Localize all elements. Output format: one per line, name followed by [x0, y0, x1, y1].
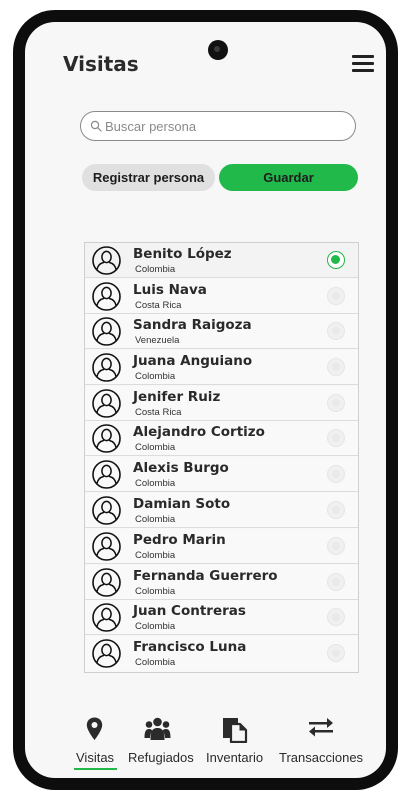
app-screen: Visitas Registrar persona Guardar Benito…: [25, 22, 386, 778]
list-item[interactable]: Luis Nava Costa Rica: [85, 279, 358, 314]
documents-icon: [223, 718, 248, 743]
search-box[interactable]: [80, 111, 356, 141]
search-input[interactable]: [105, 116, 345, 136]
user-avatar-icon: [92, 603, 121, 632]
person-country: Colombia: [135, 442, 176, 453]
user-avatar-icon: [92, 496, 121, 525]
list-item[interactable]: Fernanda Guerrero Colombia: [85, 565, 358, 600]
list-item[interactable]: Alexis Burgo Colombia: [85, 457, 358, 492]
camera-icon: [208, 40, 228, 60]
select-radio[interactable]: [327, 644, 345, 662]
save-button[interactable]: Guardar: [219, 164, 358, 191]
select-radio[interactable]: [327, 322, 345, 340]
active-tab-indicator: [74, 768, 117, 770]
person-country: Colombia: [135, 478, 176, 489]
person-name: Juana Anguiano: [133, 353, 253, 369]
select-radio[interactable]: [327, 537, 345, 555]
list-item[interactable]: Jenifer Ruiz Costa Rica: [85, 386, 358, 421]
person-country: Colombia: [135, 550, 176, 561]
user-avatar-icon: [92, 353, 121, 382]
map-pin-icon: [86, 717, 103, 740]
person-country: Colombia: [135, 621, 176, 632]
register-person-button[interactable]: Registrar persona: [82, 164, 215, 191]
user-avatar-icon: [92, 424, 121, 453]
user-avatar-icon: [92, 389, 121, 418]
person-name: Luis Nava: [133, 282, 207, 298]
person-name: Francisco Luna: [133, 639, 247, 655]
user-avatar-icon: [92, 568, 121, 597]
user-avatar-icon: [92, 532, 121, 561]
person-name: Alejandro Cortizo: [133, 424, 265, 440]
user-avatar-icon: [92, 639, 121, 668]
list-item[interactable]: Juan Contreras Colombia: [85, 600, 358, 635]
nav-inventario[interactable]: Inventario: [205, 717, 270, 769]
search-icon: [90, 120, 102, 132]
select-radio[interactable]: [327, 394, 345, 412]
nav-label-visitas: Visitas: [76, 750, 115, 765]
list-item[interactable]: Alejandro Cortizo Colombia: [85, 421, 358, 456]
person-country: Costa Rica: [135, 300, 182, 311]
person-name: Benito López: [133, 246, 232, 262]
hamburger-menu-icon[interactable]: [352, 55, 374, 73]
list-item[interactable]: Sandra Raigoza Venezuela: [85, 314, 358, 349]
list-item[interactable]: Damian Soto Colombia: [85, 493, 358, 528]
select-radio[interactable]: [327, 501, 345, 519]
user-avatar-icon: [92, 246, 121, 275]
person-name: Damian Soto: [133, 496, 231, 512]
list-item[interactable]: Pedro Marin Colombia: [85, 529, 358, 564]
person-country: Colombia: [135, 657, 176, 668]
nav-label-inventario: Inventario: [206, 750, 264, 765]
select-radio[interactable]: [327, 251, 345, 269]
select-radio[interactable]: [327, 287, 345, 305]
person-country: Costa Rica: [135, 407, 182, 418]
person-country: Venezuela: [135, 335, 180, 346]
exchange-arrows-icon: [309, 718, 333, 737]
select-radio[interactable]: [327, 429, 345, 447]
user-avatar-icon: [92, 317, 121, 346]
person-name: Jenifer Ruiz: [133, 389, 221, 405]
person-name: Juan Contreras: [133, 603, 246, 619]
select-radio[interactable]: [327, 608, 345, 626]
nav-visitas[interactable]: Visitas: [74, 717, 118, 769]
user-avatar-icon: [92, 282, 121, 311]
nav-refugiados[interactable]: Refugiados: [127, 717, 197, 769]
person-country: Colombia: [135, 371, 176, 382]
person-country: Colombia: [135, 514, 176, 525]
select-radio[interactable]: [327, 573, 345, 591]
select-radio[interactable]: [327, 465, 345, 483]
nav-label-refugiados: Refugiados: [128, 750, 194, 765]
list-item[interactable]: Juana Anguiano Colombia: [85, 350, 358, 385]
people-list: Benito López Colombia Luis Nava Costa Rica S…: [84, 242, 359, 673]
list-item[interactable]: Francisco Luna Colombia: [85, 636, 358, 671]
person-name: Sandra Raigoza: [133, 317, 252, 333]
user-avatar-icon: [92, 460, 121, 489]
person-name: Fernanda Guerrero: [133, 568, 278, 584]
page-title: Visitas: [63, 52, 139, 76]
users-icon: [144, 717, 171, 740]
person-name: Pedro Marin: [133, 532, 226, 548]
list-item[interactable]: Benito López Colombia: [85, 243, 358, 278]
select-radio[interactable]: [327, 358, 345, 376]
person-country: Colombia: [135, 586, 176, 597]
phone-frame: Visitas Registrar persona Guardar Benito…: [13, 10, 398, 790]
person-country: Colombia: [135, 264, 176, 275]
person-name: Alexis Burgo: [133, 460, 229, 476]
nav-label-transacciones: Transacciones: [279, 750, 364, 765]
nav-transacciones[interactable]: Transacciones: [279, 717, 365, 769]
